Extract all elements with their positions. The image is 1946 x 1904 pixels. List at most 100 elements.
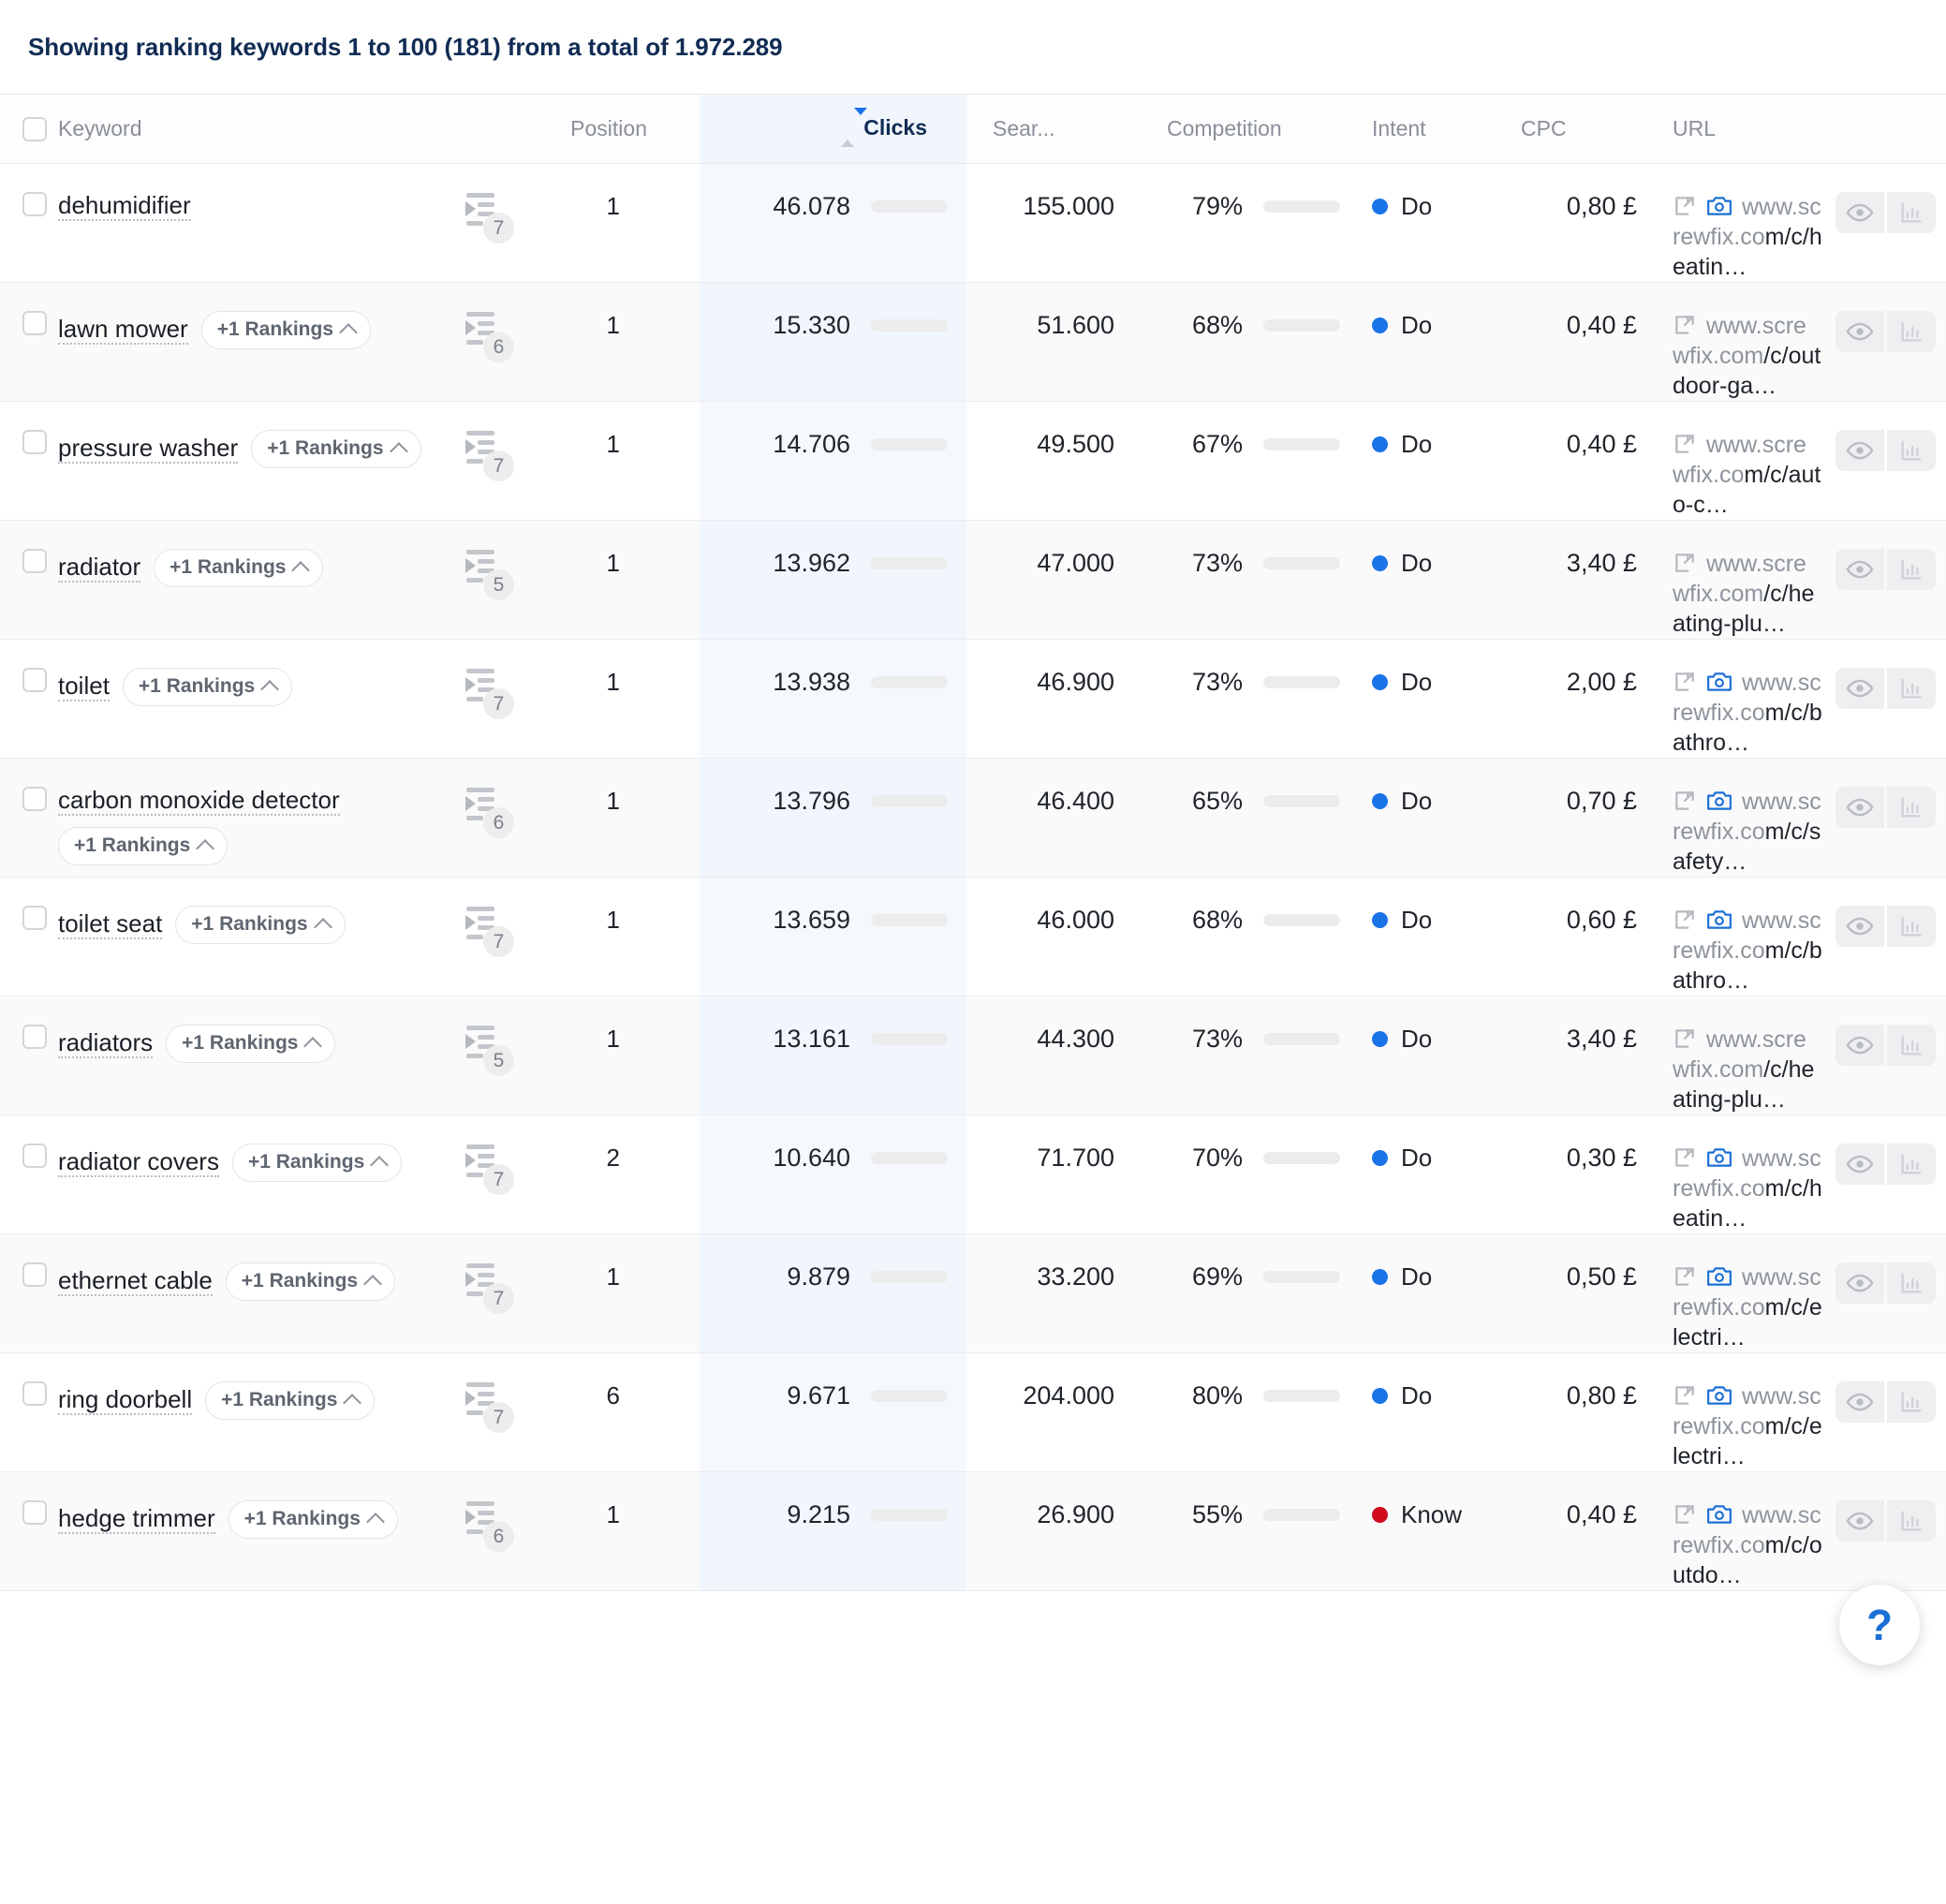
row-checkbox[interactable] (22, 311, 47, 335)
row-checkbox[interactable] (22, 668, 47, 692)
external-link-icon[interactable] (1673, 1264, 1697, 1289)
row-checkbox[interactable] (22, 1025, 47, 1049)
rankings-badge[interactable]: +1 Rankings (122, 668, 293, 706)
table-row[interactable]: toilet +1 Rankings 7 1 13.938 46.900 73% Do 2,00… (0, 639, 1946, 759)
bar-chart-icon[interactable] (1887, 430, 1936, 471)
serp-features-icon[interactable]: 6 (463, 311, 514, 362)
external-link-icon[interactable] (1673, 194, 1697, 218)
eye-icon[interactable] (1835, 1500, 1884, 1542)
bar-chart-icon[interactable] (1887, 1144, 1936, 1185)
column-header-clicks[interactable]: Clicks (700, 94, 966, 164)
camera-icon[interactable] (1706, 1383, 1732, 1408)
table-row[interactable]: hedge trimmer +1 Rankings 6 1 9.215 26.900 55%… (0, 1471, 1946, 1591)
eye-icon[interactable] (1835, 192, 1884, 233)
rankings-badge[interactable]: +1 Rankings (225, 1262, 396, 1301)
eye-icon[interactable] (1835, 1025, 1884, 1066)
bar-chart-icon[interactable] (1887, 311, 1936, 352)
camera-icon[interactable] (1706, 908, 1732, 932)
camera-icon[interactable] (1706, 789, 1732, 813)
table-row[interactable]: dehumidifier 7 1 46.078 155.000 79% Do 0,80 £ ww… (0, 163, 1946, 283)
bar-chart-icon[interactable] (1887, 549, 1936, 590)
serp-features-icon[interactable]: 7 (463, 192, 514, 244)
external-link-icon[interactable] (1673, 1383, 1697, 1408)
serp-features-icon[interactable]: 7 (463, 1262, 514, 1314)
eye-icon[interactable] (1835, 906, 1884, 947)
column-header-intent[interactable]: Intent (1355, 94, 1510, 164)
bar-chart-icon[interactable] (1887, 1262, 1936, 1304)
serp-features-icon[interactable]: 7 (463, 906, 514, 957)
rankings-badge[interactable]: +1 Rankings (228, 1500, 398, 1539)
column-header-keyword[interactable]: Keyword (58, 94, 461, 164)
rankings-badge[interactable]: +1 Rankings (166, 1025, 336, 1063)
camera-icon[interactable] (1706, 1502, 1732, 1527)
keyword-link[interactable]: dehumidifier (58, 191, 191, 222)
external-link-icon[interactable] (1673, 432, 1697, 456)
eye-icon[interactable] (1835, 1262, 1884, 1304)
eye-icon[interactable] (1835, 311, 1884, 352)
bar-chart-icon[interactable] (1887, 906, 1936, 947)
bar-chart-icon[interactable] (1887, 1381, 1936, 1423)
external-link-icon[interactable] (1673, 1502, 1697, 1527)
camera-icon[interactable] (1706, 1264, 1732, 1289)
eye-icon[interactable] (1835, 668, 1884, 709)
eye-icon[interactable] (1835, 430, 1884, 471)
rankings-badge[interactable]: +1 Rankings (58, 827, 229, 866)
table-row[interactable]: toilet seat +1 Rankings 7 1 13.659 46.000 68% D… (0, 877, 1946, 996)
serp-features-icon[interactable]: 7 (463, 1381, 514, 1433)
table-row[interactable]: radiator +1 Rankings 5 1 13.962 47.000 73% Do 3,… (0, 520, 1946, 640)
keyword-link[interactable]: carbon monoxide detector (58, 786, 340, 817)
serp-features-icon[interactable]: 5 (463, 549, 514, 600)
serp-features-icon[interactable]: 5 (463, 1025, 514, 1076)
keyword-link[interactable]: toilet seat (58, 909, 163, 940)
keyword-link[interactable]: radiator covers (58, 1147, 219, 1178)
bar-chart-icon[interactable] (1887, 192, 1936, 233)
row-checkbox[interactable] (22, 549, 47, 573)
serp-features-icon[interactable]: 7 (463, 668, 514, 719)
keyword-link[interactable]: radiator (58, 553, 141, 583)
rankings-badge[interactable]: +1 Rankings (154, 549, 324, 587)
external-link-icon[interactable] (1673, 789, 1697, 813)
external-link-icon[interactable] (1673, 551, 1697, 575)
serp-features-icon[interactable]: 7 (463, 430, 514, 481)
row-checkbox[interactable] (22, 192, 47, 216)
external-link-icon[interactable] (1673, 1026, 1697, 1051)
camera-icon[interactable] (1706, 1145, 1732, 1170)
rankings-badge[interactable]: +1 Rankings (251, 430, 421, 468)
rankings-badge[interactable]: +1 Rankings (175, 906, 346, 944)
keyword-link[interactable]: lawn mower (58, 315, 188, 346)
table-row[interactable]: ethernet cable +1 Rankings 7 1 9.879 33.200 69… (0, 1233, 1946, 1353)
eye-icon[interactable] (1835, 787, 1884, 828)
row-checkbox[interactable] (22, 1144, 47, 1168)
column-header-competition[interactable]: Competition (1144, 94, 1355, 164)
column-header-position[interactable]: Position (536, 94, 700, 164)
keyword-link[interactable]: toilet (58, 672, 110, 702)
bar-chart-icon[interactable] (1887, 668, 1936, 709)
column-header-volume[interactable]: Sear... (966, 94, 1144, 164)
bar-chart-icon[interactable] (1887, 1025, 1936, 1066)
keyword-link[interactable]: ring doorbell (58, 1385, 193, 1416)
bar-chart-icon[interactable] (1887, 787, 1936, 828)
column-header-url[interactable]: URL (1659, 94, 1828, 164)
table-row[interactable]: ring doorbell +1 Rankings 7 6 9.671 204.000 80… (0, 1352, 1946, 1472)
serp-features-icon[interactable]: 6 (463, 1500, 514, 1552)
rankings-badge[interactable]: +1 Rankings (231, 1144, 403, 1182)
keyword-link[interactable]: ethernet cable (58, 1266, 213, 1297)
table-row[interactable]: lawn mower +1 Rankings 6 1 15.330 51.600 68% Do… (0, 282, 1946, 402)
external-link-icon[interactable] (1673, 1145, 1697, 1170)
keyword-link[interactable]: pressure washer (58, 434, 239, 465)
keyword-link[interactable]: hedge trimmer (58, 1504, 215, 1535)
bar-chart-icon[interactable] (1887, 1500, 1936, 1542)
external-link-icon[interactable] (1673, 313, 1697, 337)
row-checkbox[interactable] (22, 430, 47, 454)
row-checkbox[interactable] (22, 787, 47, 811)
camera-icon[interactable] (1706, 670, 1732, 694)
row-checkbox[interactable] (22, 1500, 47, 1525)
external-link-icon[interactable] (1673, 908, 1697, 932)
help-question-icon[interactable]: ? (1839, 1585, 1920, 1665)
table-row[interactable]: carbon monoxide detector +1 Rankings 6 1 13.… (0, 758, 1946, 878)
external-link-icon[interactable] (1673, 670, 1697, 694)
eye-icon[interactable] (1835, 549, 1884, 590)
select-all-checkbox[interactable] (22, 116, 47, 141)
table-row[interactable]: radiator covers +1 Rankings 7 2 10.640 71.700… (0, 1114, 1946, 1234)
row-checkbox[interactable] (22, 1381, 47, 1406)
